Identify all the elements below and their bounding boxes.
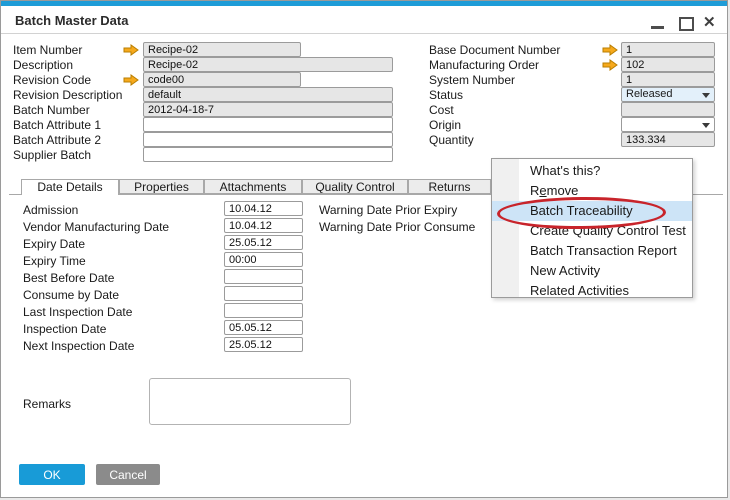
menu-item-remove-post: move <box>546 183 579 198</box>
tab-date-details[interactable]: Date Details <box>21 179 119 195</box>
menu-item-whats-this[interactable]: What's this? <box>492 161 692 181</box>
revision-code-label: Revision Code <box>13 73 92 87</box>
batch-attribute1-field[interactable] <box>143 117 393 132</box>
next-inspection-date-label: Next Inspection Date <box>23 339 135 353</box>
tab-attachments[interactable]: Attachments <box>204 179 302 194</box>
titlebar: Batch Master Data ✕ <box>1 6 727 33</box>
ok-button[interactable]: OK <box>19 464 85 485</box>
minimize-button[interactable] <box>649 15 667 31</box>
menu-item-remove-pre: R <box>530 183 540 198</box>
description-field <box>143 57 393 72</box>
system-number-field <box>621 72 715 87</box>
batch-number-field <box>143 102 393 117</box>
system-number-label: System Number <box>429 73 516 87</box>
last-inspection-date-field[interactable] <box>224 303 303 318</box>
supplier-batch-label: Supplier Batch <box>13 148 92 162</box>
manufacturing-order-label: Manufacturing Order <box>429 58 540 72</box>
warning-date-prior-expiry-label: Warning Date Prior Expiry <box>319 203 458 217</box>
origin-label: Origin <box>429 118 462 132</box>
window-title: Batch Master Data <box>15 13 129 28</box>
supplier-batch-field[interactable] <box>143 147 393 162</box>
status-value: Released <box>626 88 673 100</box>
expiry-date-field[interactable] <box>224 235 303 250</box>
menu-item-new-activity[interactable]: New Activity <box>492 261 692 281</box>
consume-by-date-field[interactable] <box>224 286 303 301</box>
admission-label: Admission <box>23 203 79 217</box>
menu-item-create-quality-control-test[interactable]: Create Quality Control Test <box>492 221 692 241</box>
link-arrow-icon[interactable] <box>602 44 618 56</box>
cancel-button[interactable]: Cancel <box>96 464 160 485</box>
chevron-down-icon <box>702 93 710 98</box>
origin-select[interactable] <box>621 117 715 132</box>
description-label: Description <box>13 58 74 72</box>
minimize-icon <box>651 26 664 29</box>
revision-description-field <box>143 87 393 102</box>
last-inspection-date-label: Last Inspection Date <box>23 305 133 319</box>
best-before-date-label: Best Before Date <box>23 271 115 285</box>
item-number-field <box>143 42 301 57</box>
inspection-date-field[interactable] <box>224 320 303 335</box>
best-before-date-field[interactable] <box>224 269 303 284</box>
remarks-label: Remarks <box>23 397 72 411</box>
batch-master-data-window: Batch Master Data ✕ Item Number Descript… <box>0 0 728 498</box>
expiry-time-field[interactable] <box>224 252 303 267</box>
maximize-icon <box>679 17 694 31</box>
batch-attribute2-label: Batch Attribute 2 <box>13 133 102 147</box>
next-inspection-date-field[interactable] <box>224 337 303 352</box>
close-icon: ✕ <box>703 14 716 31</box>
link-arrow-icon[interactable] <box>123 74 139 86</box>
menu-item-related-activities[interactable]: Related Activities <box>492 281 692 301</box>
vendor-manufacturing-date-label: Vendor Manufacturing Date <box>23 220 170 234</box>
cost-field <box>621 102 715 117</box>
base-document-number-field <box>621 42 715 57</box>
batch-attribute1-label: Batch Attribute 1 <box>13 118 102 132</box>
link-arrow-icon[interactable] <box>602 59 618 71</box>
revision-description-label: Revision Description <box>13 88 123 102</box>
status-select[interactable]: Released <box>621 87 715 102</box>
manufacturing-order-field <box>621 57 715 72</box>
batch-attribute2-field[interactable] <box>143 132 393 147</box>
context-menu: What's this? Remove Batch Traceability C… <box>491 158 693 298</box>
quantity-field <box>621 132 715 147</box>
tab-quality-control[interactable]: Quality Control <box>302 179 408 194</box>
link-arrow-icon[interactable] <box>123 44 139 56</box>
maximize-button[interactable] <box>677 15 695 31</box>
tab-returns[interactable]: Returns <box>408 179 491 194</box>
menu-item-remove[interactable]: Remove <box>492 181 692 201</box>
expiry-time-label: Expiry Time <box>23 254 86 268</box>
close-button[interactable]: ✕ <box>703 15 721 31</box>
warning-date-prior-consume-label: Warning Date Prior Consume <box>319 220 476 234</box>
item-number-label: Item Number <box>13 43 83 57</box>
base-document-number-label: Base Document Number <box>429 43 561 57</box>
consume-by-date-label: Consume by Date <box>23 288 120 302</box>
quantity-label: Quantity <box>429 133 474 147</box>
remarks-textarea[interactable] <box>149 378 351 425</box>
expiry-date-label: Expiry Date <box>23 237 86 251</box>
tab-properties[interactable]: Properties <box>119 179 204 194</box>
menu-item-batch-transaction-report[interactable]: Batch Transaction Report <box>492 241 692 261</box>
titlebar-separator <box>1 33 727 34</box>
chevron-down-icon <box>702 123 710 128</box>
cost-label: Cost <box>429 103 454 117</box>
menu-item-batch-traceability[interactable]: Batch Traceability <box>492 201 692 221</box>
batch-number-label: Batch Number <box>13 103 90 117</box>
inspection-date-label: Inspection Date <box>23 322 107 336</box>
vendor-manufacturing-date-field[interactable] <box>224 218 303 233</box>
status-label: Status <box>429 88 464 102</box>
revision-code-field <box>143 72 301 87</box>
admission-field[interactable] <box>224 201 303 216</box>
menu-item-remove-underlined: e <box>539 183 547 198</box>
